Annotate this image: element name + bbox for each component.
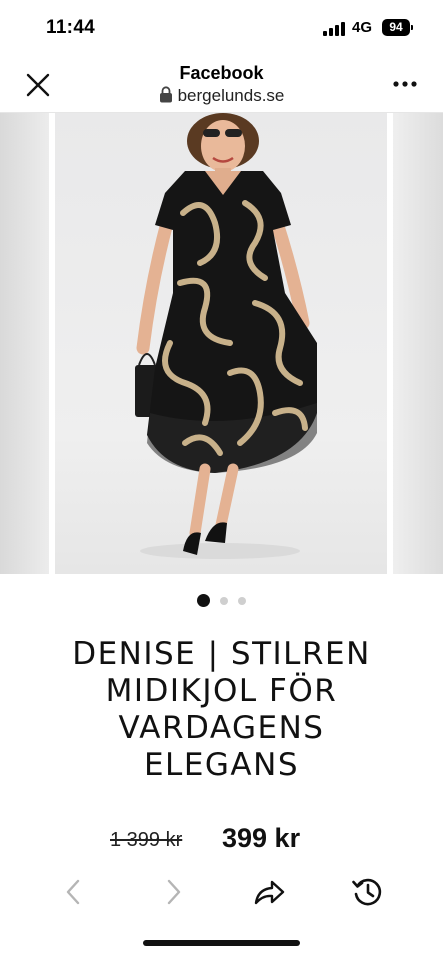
- product-title-line: ELEGANS: [143, 747, 300, 783]
- history-button[interactable]: [350, 874, 386, 910]
- sale-price: 399 kr: [222, 823, 301, 853]
- status-time: 11:44: [46, 17, 96, 38]
- header-title: Facebook: [179, 63, 264, 83]
- back-button[interactable]: [56, 874, 92, 910]
- pagination-dot[interactable]: [220, 596, 228, 605]
- network-type: 4G: [352, 19, 373, 36]
- lock-icon: [159, 86, 172, 103]
- header-url[interactable]: bergelunds.se: [0, 86, 443, 106]
- signal-icon: [323, 22, 345, 36]
- product-title: DENISE | STILREN MIDIKJOL FÖR VARDAGENS …: [20, 636, 423, 784]
- image-gallery[interactable]: [0, 113, 443, 574]
- product-title-line: VARDAGENS: [118, 710, 325, 746]
- share-button[interactable]: [251, 874, 287, 910]
- next-image[interactable]: [393, 113, 443, 574]
- product-title-line: MIDIKJOL FÖR: [105, 673, 338, 709]
- home-indicator[interactable]: [143, 940, 300, 946]
- pagination-dot[interactable]: [238, 596, 246, 605]
- gallery-pagination: [0, 592, 443, 608]
- pagination-dot-active[interactable]: [197, 594, 210, 608]
- browser-header: Facebook bergelunds.se: [0, 58, 443, 113]
- url-text: bergelunds.se: [177, 86, 285, 105]
- browser-toolbar: [0, 862, 443, 922]
- dress-illustration: [135, 113, 317, 559]
- forward-button[interactable]: [156, 874, 192, 910]
- previous-image[interactable]: [0, 113, 49, 574]
- more-button[interactable]: [388, 70, 422, 98]
- product-title-line: DENISE | STILREN: [72, 636, 371, 672]
- product-photo[interactable]: [55, 113, 387, 574]
- status-bar: 11:44 4G 94: [0, 0, 443, 58]
- original-price: 1 399 kr: [110, 829, 183, 851]
- history-icon: [352, 878, 382, 906]
- chevron-right-icon: [167, 879, 181, 905]
- more-icon: [393, 81, 417, 87]
- share-icon: [254, 880, 285, 905]
- battery-icon: 94: [382, 19, 413, 36]
- chevron-left-icon: [66, 879, 80, 905]
